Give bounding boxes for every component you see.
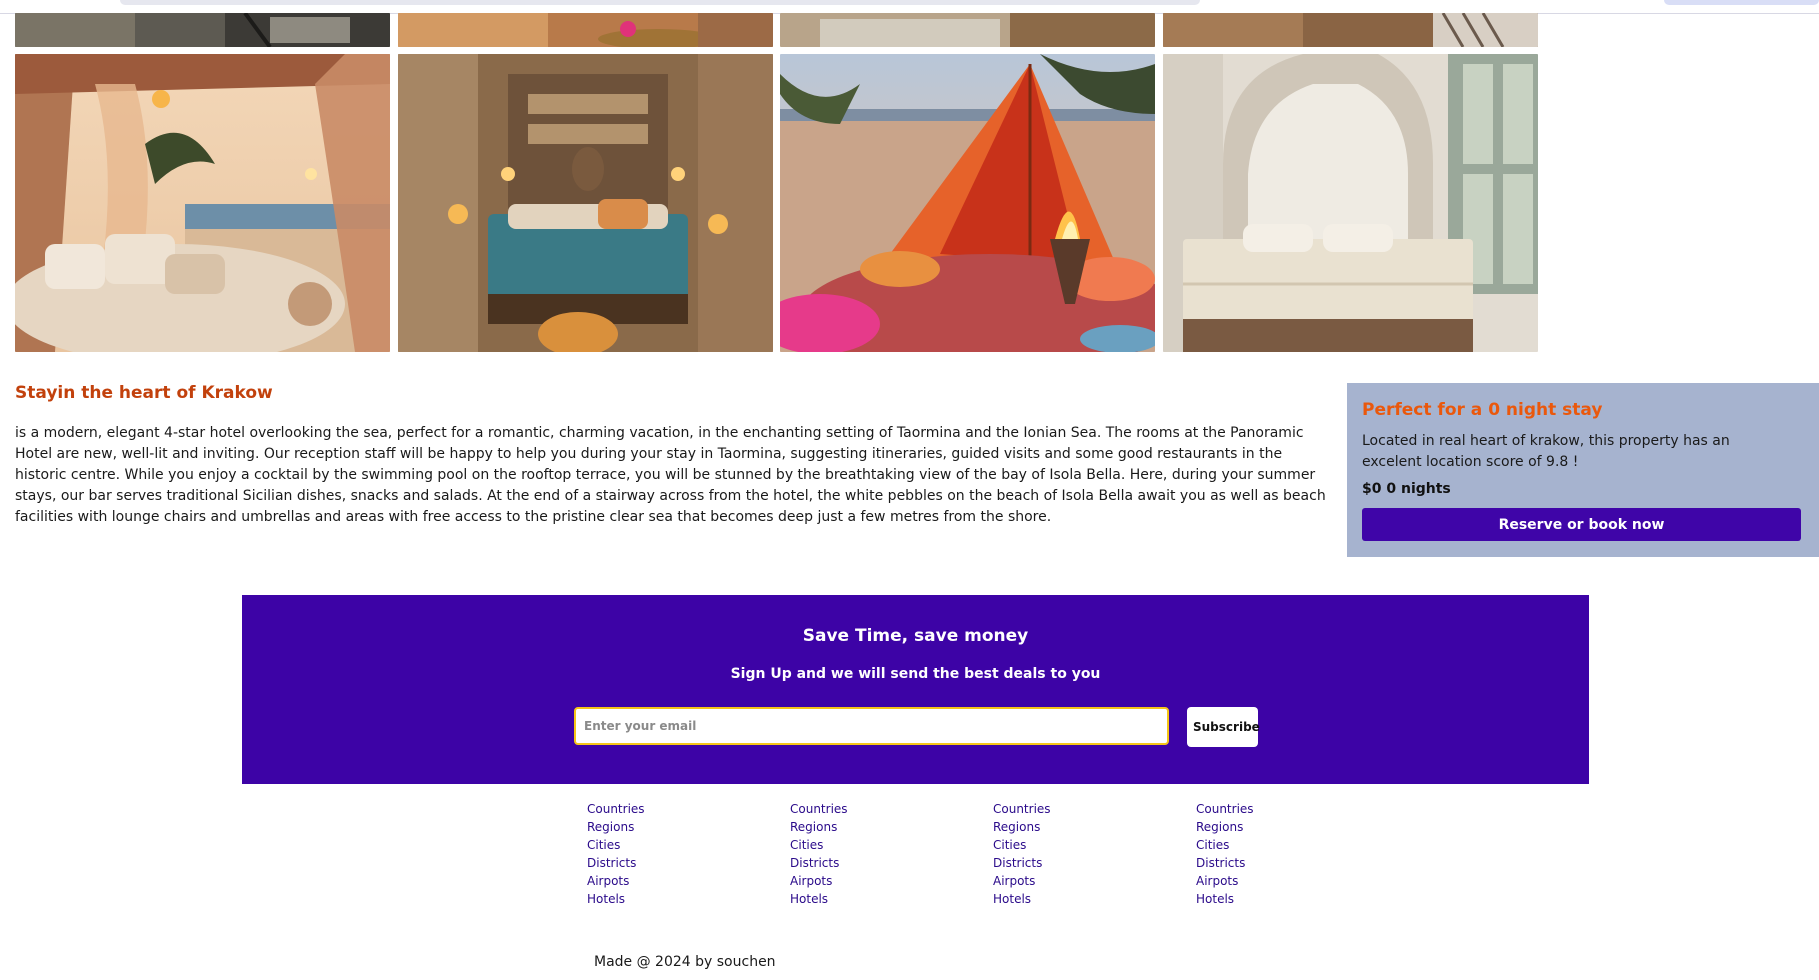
beach-tent-firepit-photo[interactable] — [780, 54, 1155, 352]
footer-link-countries[interactable]: Countries — [790, 800, 950, 818]
footer-link-hotels[interactable]: Hotels — [993, 890, 1153, 908]
booking-price: $0 0 nights — [1362, 481, 1451, 497]
newsletter-section: Save Time, save money Sign Up and we wil… — [242, 595, 1589, 784]
footer-link-airports[interactable]: Airpots — [993, 872, 1153, 890]
footer-column: Countries Regions Cities Districts Airpo… — [790, 800, 950, 908]
footer-link-hotels[interactable]: Hotels — [1196, 890, 1356, 908]
footer-link-countries[interactable]: Countries — [993, 800, 1153, 818]
beach-canopy-photo[interactable] — [15, 54, 390, 352]
footer-link-airports[interactable]: Airpots — [790, 872, 950, 890]
subscribe-button[interactable]: Subscribe — [1187, 707, 1260, 747]
candle-room-photo[interactable] — [398, 13, 773, 47]
property-description: is a modern, elegant 4-star hotel overlo… — [15, 425, 1326, 525]
wood-room-photo[interactable] — [1163, 13, 1538, 47]
stone-bedroom-photo[interactable] — [398, 54, 773, 352]
lounge-photo[interactable] — [15, 13, 390, 47]
footer-link-airports[interactable]: Airpots — [1196, 872, 1356, 890]
email-input[interactable] — [574, 707, 1169, 745]
footer-link-cities[interactable]: Cities — [790, 836, 950, 854]
footer-link-cities[interactable]: Cities — [993, 836, 1153, 854]
footer-link-regions[interactable]: Regions — [587, 818, 747, 836]
bedroom-photo[interactable] — [780, 13, 1155, 47]
footer-link-regions[interactable]: Regions — [1196, 818, 1356, 836]
header-button-edge[interactable] — [1664, 0, 1819, 5]
page: Stayin the heart of Krakow is a modern, … — [0, 0, 1819, 980]
footer-link-cities[interactable]: Cities — [1196, 836, 1356, 854]
footer-credit: Made @ 2024 by souchen — [594, 954, 776, 970]
footer-link-countries[interactable]: Countries — [587, 800, 747, 818]
footer-link-districts[interactable]: Districts — [993, 854, 1153, 872]
footer-column: Countries Regions Cities Districts Airpo… — [587, 800, 747, 908]
search-bar-edge[interactable] — [120, 0, 1200, 5]
footer-link-cities[interactable]: Cities — [587, 836, 747, 854]
footer-link-districts[interactable]: Districts — [587, 854, 747, 872]
footer-link-districts[interactable]: Districts — [1196, 854, 1356, 872]
footer-link-districts[interactable]: Districts — [790, 854, 950, 872]
footer-link-hotels[interactable]: Hotels — [790, 890, 950, 908]
newsletter-subtitle: Sign Up and we will send the best deals … — [730, 666, 1101, 682]
property-title: Stayin the heart of Krakow — [15, 383, 273, 403]
booking-card: Perfect for a 0 night stay Located in re… — [1347, 383, 1819, 557]
footer-link-hotels[interactable]: Hotels — [587, 890, 747, 908]
footer-link-regions[interactable]: Regions — [993, 818, 1153, 836]
white-arch-bedroom-photo[interactable] — [1163, 54, 1538, 352]
footer-link-countries[interactable]: Countries — [1196, 800, 1356, 818]
footer-link-airports[interactable]: Airpots — [587, 872, 747, 890]
reserve-button[interactable]: Reserve or book now — [1362, 508, 1801, 541]
footer-link-regions[interactable]: Regions — [790, 818, 950, 836]
footer-column: Countries Regions Cities Districts Airpo… — [993, 800, 1153, 908]
footer-column: Countries Regions Cities Districts Airpo… — [1196, 800, 1356, 908]
newsletter-title: Save Time, save money — [802, 626, 1029, 646]
booking-card-title: Perfect for a 0 night stay — [1362, 400, 1603, 420]
booking-card-text: Located in real heart of krakow, this pr… — [1362, 433, 1730, 470]
